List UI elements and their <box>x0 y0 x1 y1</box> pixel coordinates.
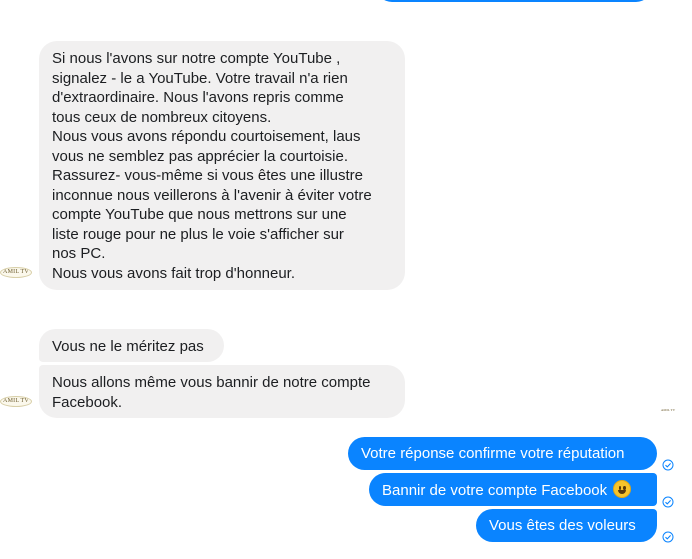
message-line: nos PC. <box>52 245 106 262</box>
contact-avatar[interactable]: AMIL TV <box>0 267 32 278</box>
contact-avatar[interactable]: AMIL TV <box>0 396 32 407</box>
message-line: Nous allons même vous bannir de notre co… <box>52 374 371 391</box>
message-line: Si nous l'avons sur notre compte YouTube… <box>52 50 341 67</box>
message-line: signalez - le a YouTube. Votre travail n… <box>52 69 348 87</box>
message-line: Vous ne le méritez pas <box>52 338 204 355</box>
message-text: Vous êtes des voleurs <box>489 517 636 534</box>
message-text: Votre réponse confirme votre réputation <box>361 445 625 462</box>
message-text: Bannir de votre compte Facebook <box>382 482 608 499</box>
outgoing-message-bubble-partial[interactable] <box>376 0 652 2</box>
message-line: Rassurez- vous-même si vous êtes une ill… <box>52 167 363 184</box>
sent-check-icon <box>662 459 674 471</box>
grinning-face-emoji <box>613 480 632 498</box>
sent-check-icon <box>662 531 674 543</box>
message-line: liste rouge pour ne plus le voie s'affic… <box>52 225 344 243</box>
seen-avatar: AMIL TV <box>660 408 676 412</box>
outgoing-message-bubble[interactable]: Votre réponse confirme votre réputation <box>348 437 657 470</box>
incoming-message-bubble[interactable]: Si nous l'avons sur notre compte YouTube… <box>39 41 405 290</box>
message-line: Facebook. <box>52 393 123 411</box>
message-line: tous ceux de nombreux citoyens. <box>52 108 272 126</box>
message-line: vous ne semblez pas apprécier la courtoi… <box>52 147 348 165</box>
outgoing-message-bubble[interactable]: Vous êtes des voleurs <box>476 509 657 542</box>
message-line: Nous vous avons fait trop d'honneur. <box>52 264 296 282</box>
message-line: inconnue nous veillerons à l'avenir à év… <box>52 186 372 204</box>
outgoing-message-bubble[interactable]: Bannir de votre compte Facebook <box>369 473 657 506</box>
incoming-message-bubble[interactable]: Nous allons même vous bannir de notre co… <box>39 365 405 418</box>
sent-check-icon <box>662 496 674 508</box>
message-line: compte YouTube que nous mettrons sur une <box>52 206 347 223</box>
incoming-message-bubble[interactable]: Vous ne le méritez pas <box>39 329 224 362</box>
message-line: d'extraordinaire. Nous l'avons repris co… <box>52 89 344 106</box>
message-line: Nous vous avons répondu courtoisement, l… <box>52 128 361 145</box>
